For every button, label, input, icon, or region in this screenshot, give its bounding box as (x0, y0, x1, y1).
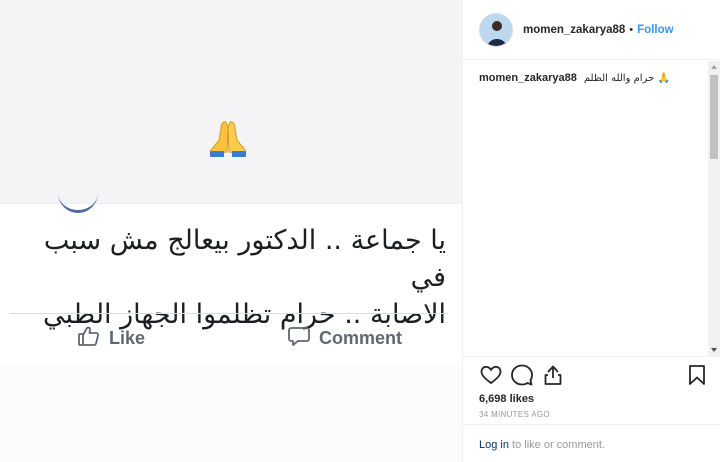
bookmark-icon[interactable] (685, 363, 709, 387)
login-prompt-text: to like or comment. (508, 439, 605, 451)
heart-icon[interactable] (479, 363, 503, 387)
comments-scrollbar[interactable] (708, 61, 720, 356)
post-sidebar: momen_zakarya88 • Follow momen_zakarya88… (462, 0, 720, 462)
scroll-thumb[interactable] (710, 75, 718, 159)
fb-divider (10, 313, 448, 314)
action-icons (479, 363, 709, 387)
actions-bar: 6,698 likes 34 MINUTES AGO (463, 356, 720, 419)
comment-icon[interactable] (510, 363, 534, 387)
caption-text: حرام والله الظلم 🙏 (583, 73, 670, 84)
image-top-area (0, 0, 462, 203)
fb-post-text-line1: يا جماعة .. الدكتور بيعالج مش سبب في (43, 225, 446, 293)
header-separator: • (629, 23, 634, 36)
post-header: momen_zakarya88 • Follow (463, 0, 720, 60)
caption-username[interactable]: momen_zakarya88 (479, 72, 577, 84)
fb-comment-button: Comment (287, 322, 402, 354)
follow-button[interactable]: Follow (637, 24, 673, 36)
thumbs-up-icon (77, 324, 101, 353)
post-image[interactable]: يا جماعة .. الدكتور بيعالج مش سبب في الا… (0, 0, 462, 462)
fb-comment-label: Comment (319, 327, 403, 348)
post-timestamp[interactable]: 34 MINUTES AGO (479, 410, 550, 419)
comments-area: momen_zakarya88 حرام والله الظلم 🙏 (463, 61, 709, 356)
header-username[interactable]: momen_zakarya88 (523, 24, 625, 36)
likes-count[interactable]: 6,698 likes (479, 393, 534, 405)
share-icon[interactable] (541, 363, 565, 387)
avatar[interactable] (479, 12, 513, 47)
folded-hands-icon (207, 118, 249, 158)
caption: momen_zakarya88 حرام والله الظلم 🙏 (479, 71, 693, 86)
fb-post-text: يا جماعة .. الدكتور بيعالج مش سبب في الا… (26, 222, 446, 333)
fb-like-button: Like (77, 322, 145, 354)
login-link[interactable]: Log in (479, 439, 509, 451)
login-prompt: Log in to like or comment. (463, 424, 720, 462)
scroll-up-icon[interactable] (711, 65, 717, 69)
comment-bubble-icon (287, 324, 311, 353)
image-bottom-area (0, 366, 462, 462)
scroll-down-icon[interactable] (711, 348, 717, 352)
fb-like-label: Like (109, 327, 146, 348)
